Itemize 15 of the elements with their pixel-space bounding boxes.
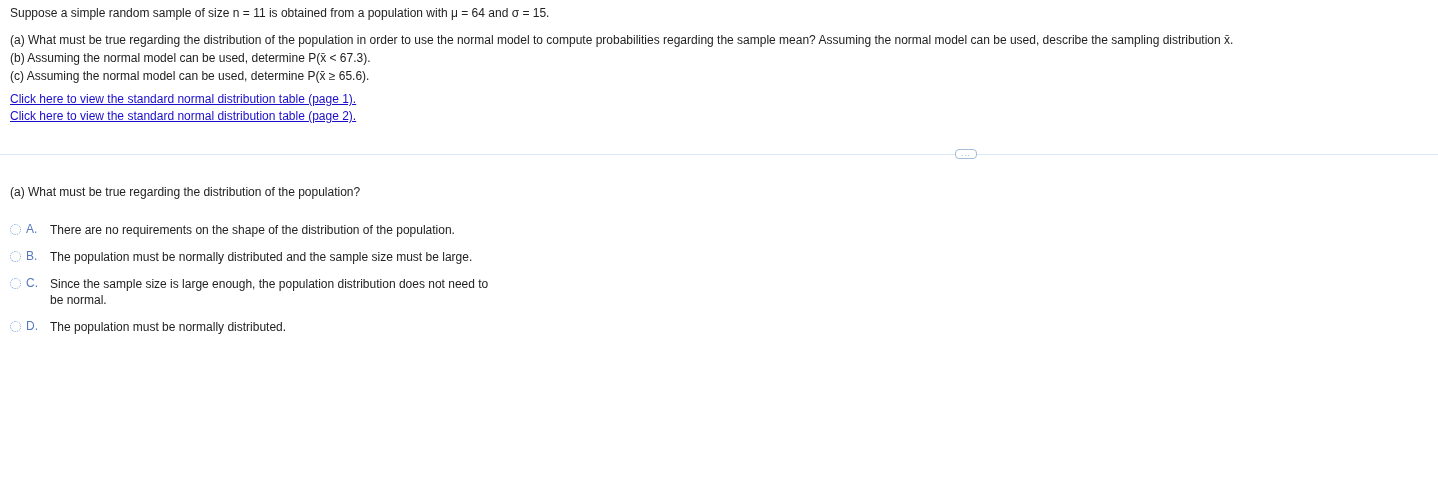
- option-letter: B.: [26, 249, 39, 264]
- table-link[interactable]: Click here to view the standard normal distribution table (page 1).: [10, 92, 357, 106]
- problem-part: (c) Assuming the normal model can be used, determine P(x̄ ≥ 65.6).: [10, 68, 371, 85]
- option-text: The population must be normally distributed and the sample size must be large.: [50, 249, 473, 265]
- table-link[interactable]: Click here to view the standard normal distribution table (page 2).: [10, 109, 357, 123]
- problem-statement: Suppose a simple random sample of size n = 11 is obtained from a population with μ = 64 and σ = 15.: [10, 6, 551, 21]
- option-letter: C.: [26, 276, 39, 291]
- problem-part: (b) Assuming the normal model can be used, determine P(x̄ < 67.3).: [10, 50, 372, 67]
- option-text: The population must be normally distributed.: [50, 319, 287, 335]
- option-text: There are no requirements on the shape of the distribution of the population.: [50, 222, 455, 238]
- option-text: Since the sample size is large enough, the population distribution does not need to be normal.: [50, 276, 490, 308]
- problem-part: (a) What must be true regarding the distribution of the population in order to use the normal model to compute probabilities regarding the sample mean? Assuming the normal model can be used, describe the sampling distribution x̄.: [10, 32, 1235, 49]
- question-text: (a) What must be true regarding the distribution of the population?: [10, 185, 362, 200]
- option-letter: D.: [26, 319, 39, 334]
- option-letter: A.: [26, 222, 39, 237]
